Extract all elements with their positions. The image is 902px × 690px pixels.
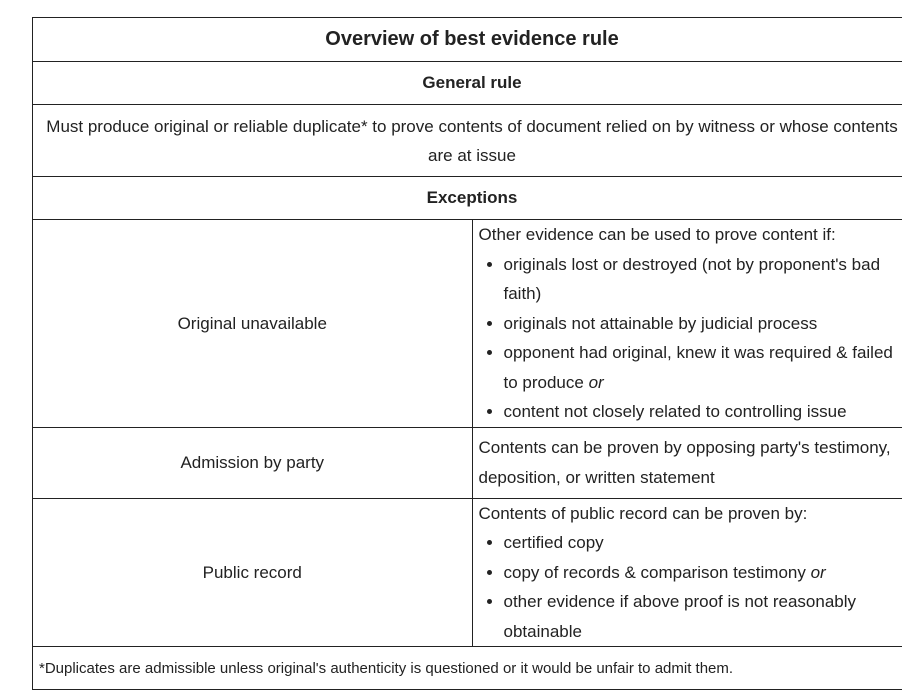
list-item: copy of records & comparison testimony o…	[504, 558, 902, 588]
exception-content-public-record: Contents of public record can be proven …	[472, 498, 902, 647]
best-evidence-table: Overview of best evidence rule General r…	[32, 17, 902, 690]
exception-intro: Other evidence can be used to prove cont…	[479, 220, 902, 250]
list-item: other evidence if above proof is not rea…	[504, 587, 902, 646]
exception-list: originals lost or destroyed (not by prop…	[479, 250, 902, 427]
list-item: originals not attainable by judicial pro…	[504, 309, 902, 339]
exceptions-header: Exceptions	[33, 177, 902, 220]
list-item: content not closely related to controlli…	[504, 397, 902, 427]
italic-or: or	[811, 563, 826, 582]
general-rule-header: General rule	[33, 62, 902, 105]
list-item: originals lost or destroyed (not by prop…	[504, 250, 902, 309]
table-title: Overview of best evidence rule	[33, 18, 902, 62]
table-row: Admission by party Contents can be prove…	[33, 427, 902, 498]
exception-list: certified copy copy of records & compari…	[479, 528, 902, 646]
footnote: *Duplicates are admissible unless origin…	[33, 647, 902, 690]
table-row: Original unavailable Other evidence can …	[33, 220, 902, 428]
italic-or: or	[589, 373, 604, 392]
exception-content-admission: Contents can be proven by opposing party…	[472, 427, 902, 498]
exception-label-original-unavailable: Original unavailable	[33, 220, 473, 428]
exception-label-public-record: Public record	[33, 498, 473, 647]
table-row: Public record Contents of public record …	[33, 498, 902, 647]
list-item: certified copy	[504, 528, 902, 558]
list-item: opponent had original, knew it was requi…	[504, 338, 902, 397]
exception-intro: Contents of public record can be proven …	[479, 499, 902, 529]
exception-content-original-unavailable: Other evidence can be used to prove cont…	[472, 220, 902, 428]
exception-label-admission: Admission by party	[33, 427, 473, 498]
general-rule-text: Must produce original or reliable duplic…	[33, 105, 902, 177]
